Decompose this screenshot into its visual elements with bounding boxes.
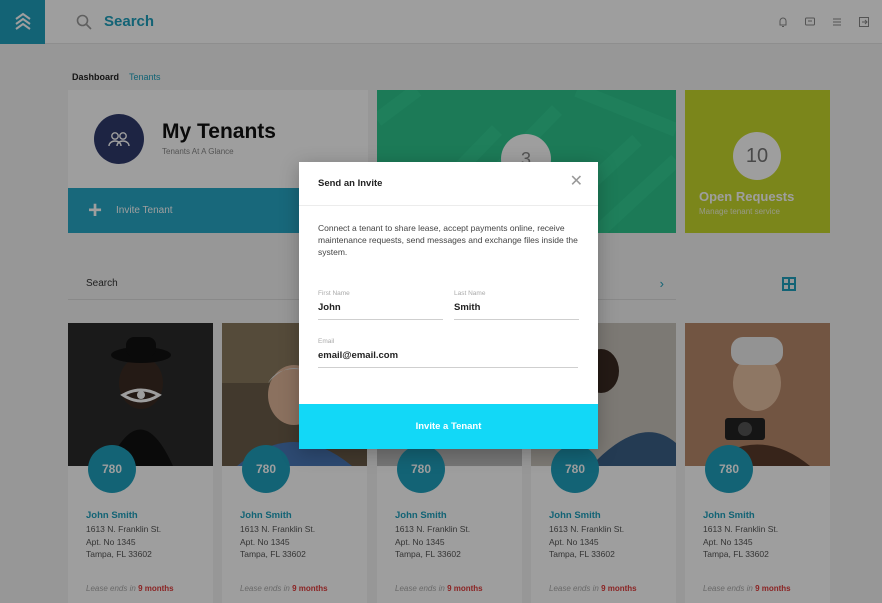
send-invite-modal: Send an Invite ✕ Connect a tenant to sha…	[299, 162, 598, 449]
modal-description: Connect a tenant to share lease, accept …	[318, 223, 578, 257]
close-icon[interactable]: ✕	[570, 174, 583, 190]
first-name-label: First Name	[318, 290, 350, 297]
modal-header: Send an Invite ✕	[299, 162, 598, 206]
modal-title: Send an Invite	[318, 178, 383, 189]
email-input[interactable]	[318, 347, 578, 368]
email-field: Email	[318, 338, 578, 368]
first-name-field: First Name	[318, 290, 443, 320]
last-name-input[interactable]	[454, 299, 579, 320]
email-label: Email	[318, 338, 335, 345]
last-name-label: Last Name	[454, 290, 486, 297]
first-name-input[interactable]	[318, 299, 443, 320]
invite-a-tenant-button[interactable]: Invite a Tenant	[299, 404, 598, 449]
last-name-field: Last Name	[454, 290, 579, 320]
